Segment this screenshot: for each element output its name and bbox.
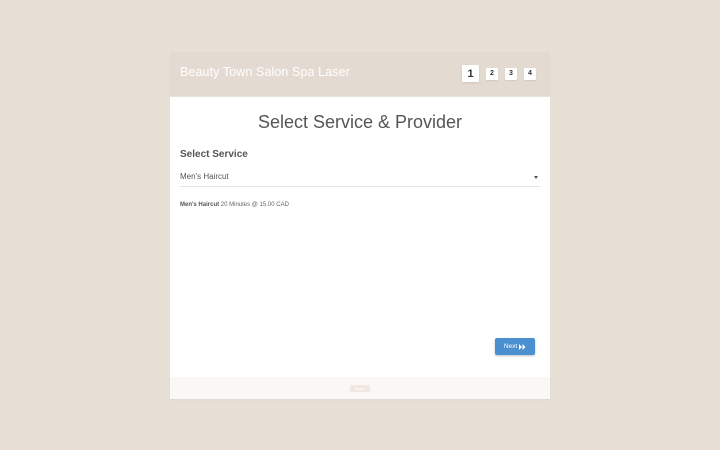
step-4: 4 — [524, 67, 536, 80]
service-description: Men's Haircut 20 Minutes @ 15.00 CAD — [180, 202, 289, 208]
booking-wizard: Beauty Town Salon Spa Laser 1 2 3 4 Sele… — [170, 52, 550, 399]
footer-badge: Bagel — [350, 385, 370, 392]
double-chevron-right-icon — [519, 343, 526, 350]
service-select-value: Men's Haircut — [180, 172, 229, 181]
step-3: 3 — [505, 67, 517, 80]
service-description-details: 20 Minutes @ 15.00 CAD — [220, 202, 289, 208]
next-button[interactable]: Next — [495, 338, 535, 355]
step-indicator: 1 2 3 4 — [462, 65, 536, 82]
next-button-label: Next — [503, 343, 518, 350]
wizard-footer: Bagel — [170, 377, 550, 399]
caret-down-icon — [534, 176, 538, 179]
step-2: 2 — [486, 67, 498, 80]
select-service-label: Select Service — [180, 149, 248, 160]
page-title: Select Service & Provider — [257, 112, 463, 132]
step-1: 1 — [462, 65, 479, 82]
service-description-name: Men's Haircut — [180, 202, 220, 208]
brand-title: Beauty Town Salon Spa Laser — [180, 65, 350, 79]
service-select[interactable]: Men's Haircut — [180, 168, 540, 187]
wizard-header: Beauty Town Salon Spa Laser 1 2 3 4 — [170, 52, 550, 97]
